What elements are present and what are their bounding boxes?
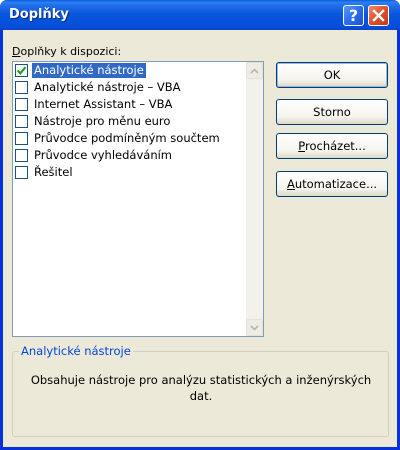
add-in-label: Průvodce podmíněným součtem	[34, 131, 220, 145]
chevron-up-icon	[250, 67, 259, 74]
add-in-list-item[interactable]: Internet Assistant – VBA	[13, 96, 245, 113]
add-in-label: Analytické nástroje – VBA	[34, 80, 181, 94]
dialog-body: Doplňky k dispozici: Analytické nástroje…	[3, 30, 397, 447]
add-ins-listbox[interactable]: Analytické nástroje Analytické nástroje –…	[12, 61, 264, 337]
add-in-label: Internet Assistant – VBA	[34, 97, 173, 111]
add-in-label: Řešitel	[34, 165, 73, 179]
add-ins-list-label: Doplňky k dispozici:	[12, 45, 122, 58]
title-bar[interactable]: Doplňky ?	[0, 0, 400, 30]
browse-button[interactable]: Procházet...	[276, 133, 388, 159]
add-in-list-item[interactable]: Analytické nástroje – VBA	[13, 79, 245, 96]
add-ins-items: Analytické nástroje Analytické nástroje –…	[13, 62, 245, 181]
add-in-checkbox[interactable]	[15, 115, 28, 128]
scroll-down-button[interactable]	[246, 319, 263, 336]
add-in-label: Nástroje pro měnu euro	[34, 114, 171, 128]
close-button[interactable]	[368, 5, 389, 26]
cancel-button[interactable]: Storno	[276, 99, 388, 125]
add-in-checkbox[interactable]	[15, 64, 28, 77]
add-in-list-item[interactable]: Nástroje pro měnu euro	[13, 113, 245, 130]
chevron-down-icon	[250, 324, 259, 331]
automation-button[interactable]: Automatizace...	[276, 171, 388, 197]
add-in-list-item[interactable]: Analytické nástroje	[13, 62, 245, 79]
add-in-list-item[interactable]: Průvodce vyhledáváním	[13, 147, 245, 164]
ok-button[interactable]: OK	[276, 62, 388, 88]
add-in-list-item[interactable]: Průvodce podmíněným součtem	[13, 130, 245, 147]
close-icon	[372, 9, 385, 22]
add-in-checkbox[interactable]	[15, 132, 28, 145]
add-ins-dialog: Doplňky ? Doplňky k dispozici: Analytick…	[0, 0, 400, 450]
add-in-checkbox[interactable]	[15, 81, 28, 94]
selected-add-in-title: Analytické nástroje	[19, 344, 133, 358]
checkmark-icon	[16, 66, 27, 75]
add-in-checkbox[interactable]	[15, 166, 28, 179]
automation-button-label: Automatizace...	[286, 177, 378, 191]
add-in-checkbox[interactable]	[15, 149, 28, 162]
add-in-list-item[interactable]: Řešitel	[13, 164, 245, 181]
help-icon: ?	[348, 6, 359, 25]
list-scrollbar[interactable]	[246, 62, 263, 336]
window-title: Doplňky	[9, 7, 69, 22]
scroll-up-button[interactable]	[246, 62, 263, 79]
browse-button-label: Procházet...	[298, 139, 366, 153]
add-in-label: Analytické nástroje	[32, 63, 146, 78]
add-in-checkbox[interactable]	[15, 98, 28, 111]
help-button[interactable]: ?	[343, 5, 364, 26]
selected-add-in-description: Obsahuje nástroje pro analýzu statistick…	[30, 373, 372, 403]
add-in-label: Průvodce vyhledáváním	[34, 148, 172, 162]
add-in-details-group: Analytické nástroje Obsahuje nástroje pr…	[12, 344, 389, 437]
